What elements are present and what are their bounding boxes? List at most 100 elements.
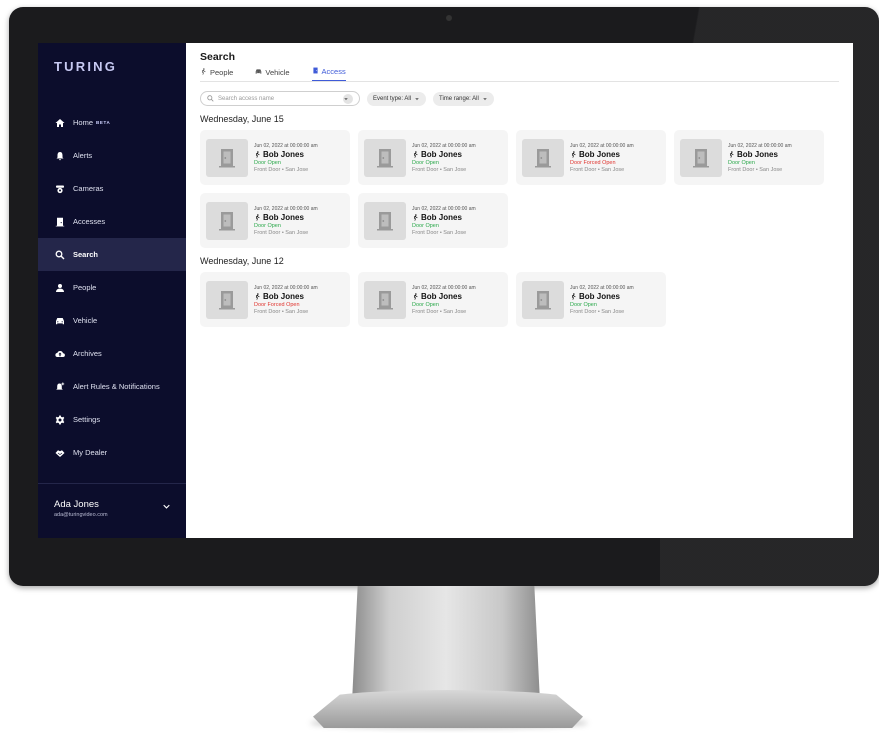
chevron-down-icon[interactable] (163, 503, 170, 510)
access-event-card[interactable]: Jun 02, 2022 at 00:00:00 am Bob Jones Door… (358, 193, 508, 248)
event-timestamp: Jun 02, 2022 at 00:00:00 am (570, 284, 634, 291)
access-event-card[interactable]: Jun 02, 2022 at 00:00:00 am Bob Jones Door… (200, 272, 350, 327)
event-type-filter[interactable]: Event type: All (367, 91, 427, 106)
sidebar-item-alerts[interactable]: Alerts (38, 139, 186, 172)
sidebar-item-my-dealer[interactable]: My Dealer (38, 436, 186, 469)
sidebar-item-label: Accesses (73, 217, 106, 226)
person-name: Bob Jones (254, 292, 318, 301)
date-heading: Wednesday, June 15 (200, 114, 284, 124)
card-text: Jun 02, 2022 at 00:00:00 am Bob Jones Door… (412, 285, 476, 315)
card-text: Jun 02, 2022 at 00:00:00 am Bob Jones Door… (254, 206, 318, 236)
sidebar-item-label: People (73, 283, 97, 292)
turing-logo[interactable]: TURING (54, 59, 117, 74)
sidebar-item-cameras[interactable]: Cameras (38, 172, 186, 205)
sidebar-item-label: Archives (73, 349, 102, 358)
search-icon (54, 249, 66, 261)
sidebar-item-vehicle[interactable]: Vehicle (38, 304, 186, 337)
filter-bar: Search access name Event type: All Time … (200, 91, 839, 106)
card-text: Jun 02, 2022 at 00:00:00 am Bob Jones Door… (728, 143, 792, 173)
sidebar-nav: Home BETA Alerts Cameras Accesses Search Peopl… (38, 106, 186, 469)
tab-access[interactable]: Access (311, 67, 346, 81)
person-name: Bob Jones (412, 292, 476, 301)
door-thumbnail (364, 138, 406, 177)
caret-down-icon (415, 97, 419, 100)
door-icon (377, 148, 393, 167)
tab-label: People (210, 68, 234, 77)
sidebar-item-home[interactable]: Home BETA (38, 106, 186, 139)
person-walking-icon (413, 213, 418, 221)
door-icon (219, 148, 235, 167)
card-text: Jun 02, 2022 at 00:00:00 am Bob Jones Door… (254, 143, 318, 173)
car-icon (255, 68, 262, 77)
user-menu[interactable]: Ada Jones ada@turingvideo.com (54, 499, 176, 518)
door-icon (219, 211, 235, 230)
sidebar-item-label: Search (73, 250, 99, 259)
gear-icon (54, 414, 66, 426)
person-name-text: Bob Jones (421, 291, 462, 301)
tab-vehicle[interactable]: Vehicle (255, 68, 290, 81)
door-thumbnail (522, 138, 564, 177)
access-event-card[interactable]: Jun 02, 2022 at 00:00:00 am Bob Jones Door… (358, 272, 508, 327)
webcam-dot (446, 15, 452, 21)
event-location: Front Door • San Jose (728, 166, 783, 173)
tab-label: Access (321, 67, 346, 76)
sidebar-item-search[interactable]: Search (38, 238, 186, 271)
access-event-card[interactable]: Jun 02, 2022 at 00:00:00 am Bob Jones Door… (200, 130, 350, 185)
main-content: Search People Vehicle Access Search access… (186, 43, 853, 538)
card-text: Jun 02, 2022 at 00:00:00 am Bob Jones Door… (570, 285, 634, 315)
event-timestamp: Jun 02, 2022 at 00:00:00 am (728, 142, 792, 149)
person-name-text: Bob Jones (421, 212, 462, 222)
person-name-text: Bob Jones (421, 149, 462, 159)
door-thumbnail (364, 280, 406, 319)
card-text: Jun 02, 2022 at 00:00:00 am Bob Jones Door… (570, 143, 634, 173)
sidebar-item-label: Home (73, 118, 94, 127)
time-range-filter[interactable]: Time range: All (433, 91, 494, 106)
access-event-card[interactable]: Jun 02, 2022 at 00:00:00 am Bob Jones Door… (516, 272, 666, 327)
sidebar-item-label: Alerts (73, 151, 93, 160)
door-thumbnail (206, 138, 248, 177)
sidebar-item-alert-rules-notifications[interactable]: Alert Rules & Notifications (38, 370, 186, 403)
event-location: Front Door • San Jose (570, 166, 625, 173)
person-name-text: Bob Jones (263, 149, 304, 159)
page-title: Search (200, 51, 236, 63)
access-event-card[interactable]: Jun 02, 2022 at 00:00:00 am Bob Jones Door… (516, 130, 666, 185)
search-placeholder: Search access name (218, 95, 275, 102)
person-walking-icon (413, 292, 418, 300)
screen: TURING Home BETA Alerts Cameras Accesses Sear… (38, 43, 853, 538)
search-dropdown-button[interactable] (343, 93, 353, 104)
sidebar-item-archives[interactable]: Archives (38, 337, 186, 370)
door-thumbnail (522, 280, 564, 319)
door-icon (377, 211, 393, 230)
event-status: Door Open (412, 159, 439, 166)
event-timestamp: Jun 02, 2022 at 00:00:00 am (254, 205, 318, 212)
person-name-text: Bob Jones (579, 149, 620, 159)
monitor-stand-neck (352, 586, 540, 702)
event-timestamp: Jun 02, 2022 at 00:00:00 am (254, 284, 318, 291)
tab-people[interactable]: People (200, 68, 233, 81)
event-location: Front Door • San Jose (254, 308, 309, 315)
sidebar-item-settings[interactable]: Settings (38, 403, 186, 436)
access-event-card[interactable]: Jun 02, 2022 at 00:00:00 am Bob Jones Door… (358, 130, 508, 185)
access-event-card[interactable]: Jun 02, 2022 at 00:00:00 am Bob Jones Door… (200, 193, 350, 248)
card-text: Jun 02, 2022 at 00:00:00 am Bob Jones Door… (412, 143, 476, 173)
event-status: Door Open (412, 222, 439, 229)
access-event-card[interactable]: Jun 02, 2022 at 00:00:00 am Bob Jones Door… (674, 130, 824, 185)
person-name-text: Bob Jones (737, 149, 778, 159)
date-heading: Wednesday, June 12 (200, 256, 284, 266)
door-icon (54, 216, 66, 228)
event-status: Door Open (412, 301, 439, 308)
sidebar-item-accesses[interactable]: Accesses (38, 205, 186, 238)
search-input[interactable]: Search access name (200, 91, 360, 106)
event-timestamp: Jun 02, 2022 at 00:00:00 am (254, 142, 318, 149)
person-walking-icon (571, 292, 576, 300)
sidebar-item-people[interactable]: People (38, 271, 186, 304)
door-thumbnail (364, 201, 406, 240)
event-location: Front Door • San Jose (412, 166, 467, 173)
handshake-icon (54, 447, 66, 459)
event-timestamp: Jun 02, 2022 at 00:00:00 am (412, 284, 476, 291)
search-icon (207, 95, 214, 102)
sidebar-divider (38, 483, 186, 484)
tab-label: Vehicle (265, 68, 290, 77)
sidebar: TURING Home BETA Alerts Cameras Accesses Sear… (38, 43, 186, 538)
event-location: Front Door • San Jose (570, 308, 625, 315)
